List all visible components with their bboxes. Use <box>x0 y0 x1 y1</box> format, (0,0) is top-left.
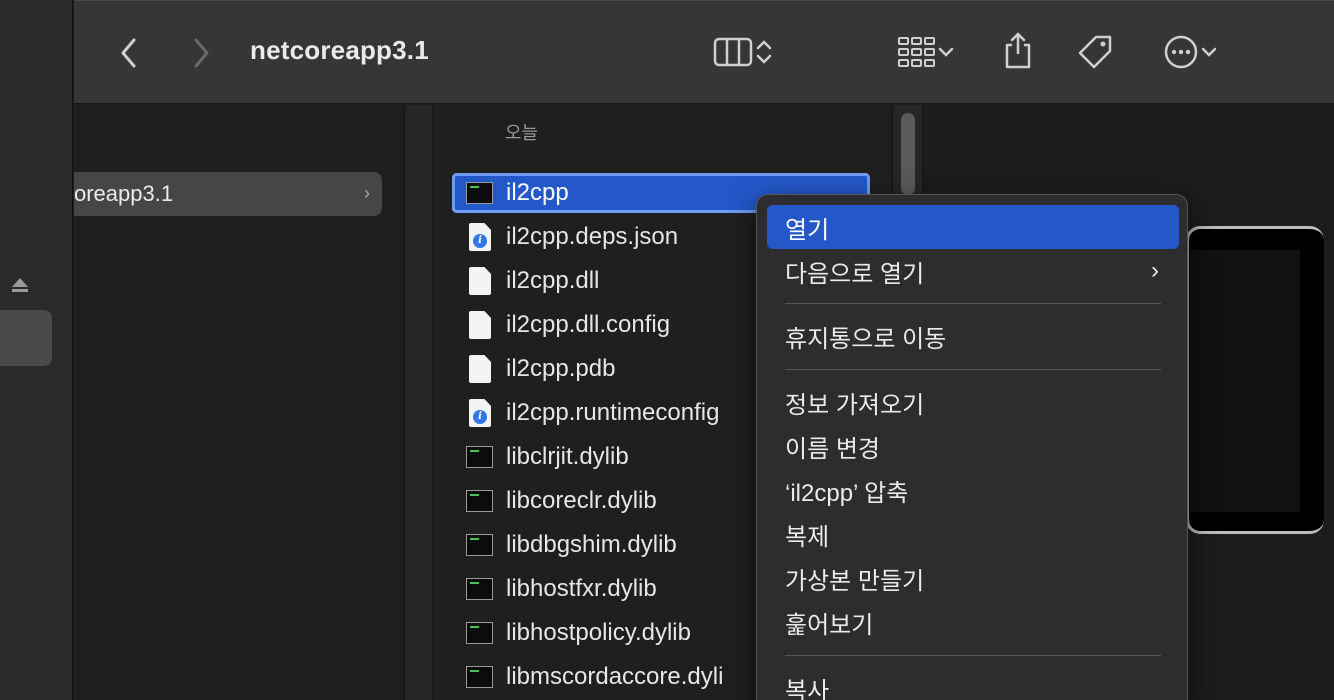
executable-icon <box>464 178 494 208</box>
view-mode-button[interactable] <box>702 31 786 73</box>
tag-button[interactable] <box>1074 31 1116 73</box>
scrollbar-thumb[interactable] <box>901 113 915 195</box>
tag-icon <box>1078 35 1112 69</box>
menu-item-label: 다음으로 열기 <box>785 260 925 288</box>
file-name: libcoreclr.dylib <box>506 487 657 514</box>
menu-item-label: 훑어보기 <box>785 611 874 639</box>
executable-icon <box>464 618 494 648</box>
eject-icon[interactable] <box>10 275 30 295</box>
file-name: il2cpp.dll <box>506 267 600 294</box>
menu-item-label: ‘il2cpp’ 압축 <box>785 479 909 507</box>
menu-separator <box>785 369 1161 370</box>
file-name: libhostfxr.dylib <box>506 575 657 602</box>
columns-view-icon <box>713 37 753 67</box>
file-name: il2cpp <box>506 179 569 206</box>
window-title: netcoreapp3.1 <box>250 35 429 65</box>
menu-item-label: 휴지통으로 이동 <box>785 325 947 353</box>
sidebar-selected-item[interactable] <box>0 310 52 366</box>
menu-item-quick-look[interactable]: 훑어보기 <box>767 600 1179 644</box>
ellipsis-circle-icon <box>1164 35 1198 69</box>
menu-item-label: 이름 변경 <box>785 435 880 463</box>
folder-label: oreapp3.1 <box>74 181 174 206</box>
chevron-down-icon <box>938 47 954 57</box>
menu-item-make-alias[interactable]: 가상본 만들기 <box>767 556 1179 600</box>
json-file-icon: i <box>464 222 494 252</box>
share-icon <box>1005 32 1031 69</box>
menu-item-label: 열기 <box>785 216 830 244</box>
menu-item-label: 복제 <box>785 523 830 551</box>
document-icon <box>464 266 494 296</box>
menu-separator <box>785 303 1161 304</box>
executable-icon <box>464 530 494 560</box>
share-button[interactable] <box>998 27 1038 73</box>
executable-icon <box>464 574 494 604</box>
chevron-right-icon <box>194 38 209 68</box>
file-name: libhostpolicy.dylib <box>506 619 691 646</box>
executable-icon <box>464 486 494 516</box>
file-name: libmscordaccore.dyli <box>506 663 724 690</box>
chevron-right-icon: › <box>364 183 370 203</box>
file-name: libdbgshim.dylib <box>506 531 677 558</box>
menu-item-open[interactable]: 열기 <box>767 205 1179 249</box>
file-name: libclrjit.dylib <box>506 443 629 470</box>
menu-item-move-to-trash[interactable]: 휴지통으로 이동 <box>767 314 1179 358</box>
document-icon <box>464 310 494 340</box>
sidebar <box>0 0 73 700</box>
menu-item-label: 정보 가져오기 <box>785 391 925 419</box>
toolbar: netcoreapp3.1 <box>74 0 1334 104</box>
chevron-left-icon <box>121 38 136 68</box>
menu-item-duplicate[interactable]: 복제 <box>767 512 1179 556</box>
menu-item-label: 가상본 만들기 <box>785 567 925 595</box>
file-name: il2cpp.deps.json <box>506 223 679 250</box>
folder-row-selected[interactable]: oreapp3.1 › <box>74 172 382 216</box>
section-header-today: 오늘 <box>505 123 539 143</box>
menu-item-open-with[interactable]: 다음으로 열기 › <box>767 249 1179 293</box>
file-name: il2cpp.runtimeconfig <box>506 399 720 426</box>
group-button[interactable] <box>886 31 966 73</box>
file-name: il2cpp.pdb <box>506 355 616 382</box>
menu-item-rename[interactable]: 이름 변경 <box>767 424 1179 468</box>
json-file-icon: i <box>464 398 494 428</box>
more-actions-button[interactable] <box>1156 31 1226 73</box>
chevron-right-icon: › <box>1151 257 1159 284</box>
executable-icon <box>464 662 494 692</box>
file-name: il2cpp.dll.config <box>506 311 671 338</box>
chevron-down-icon <box>1201 47 1217 57</box>
menu-item-label: 복사 <box>785 677 830 700</box>
grid-group-icon <box>898 37 935 67</box>
executable-icon <box>464 442 494 472</box>
forward-button[interactable] <box>186 35 216 71</box>
document-icon <box>464 354 494 384</box>
column-divider[interactable] <box>404 105 432 700</box>
menu-item-copy[interactable]: 복사 <box>767 666 1179 700</box>
menu-item-get-info[interactable]: 정보 가져오기 <box>767 380 1179 424</box>
menu-separator <box>785 655 1161 656</box>
chevron-updown-icon <box>756 40 772 64</box>
preview-thumbnail-content <box>1190 250 1300 512</box>
context-menu: 열기 다음으로 열기 › 휴지통으로 이동 정보 가져오기 이름 변경 ‘il2c… <box>756 194 1188 700</box>
back-button[interactable] <box>114 35 144 71</box>
menu-item-compress[interactable]: ‘il2cpp’ 압축 <box>767 468 1179 512</box>
